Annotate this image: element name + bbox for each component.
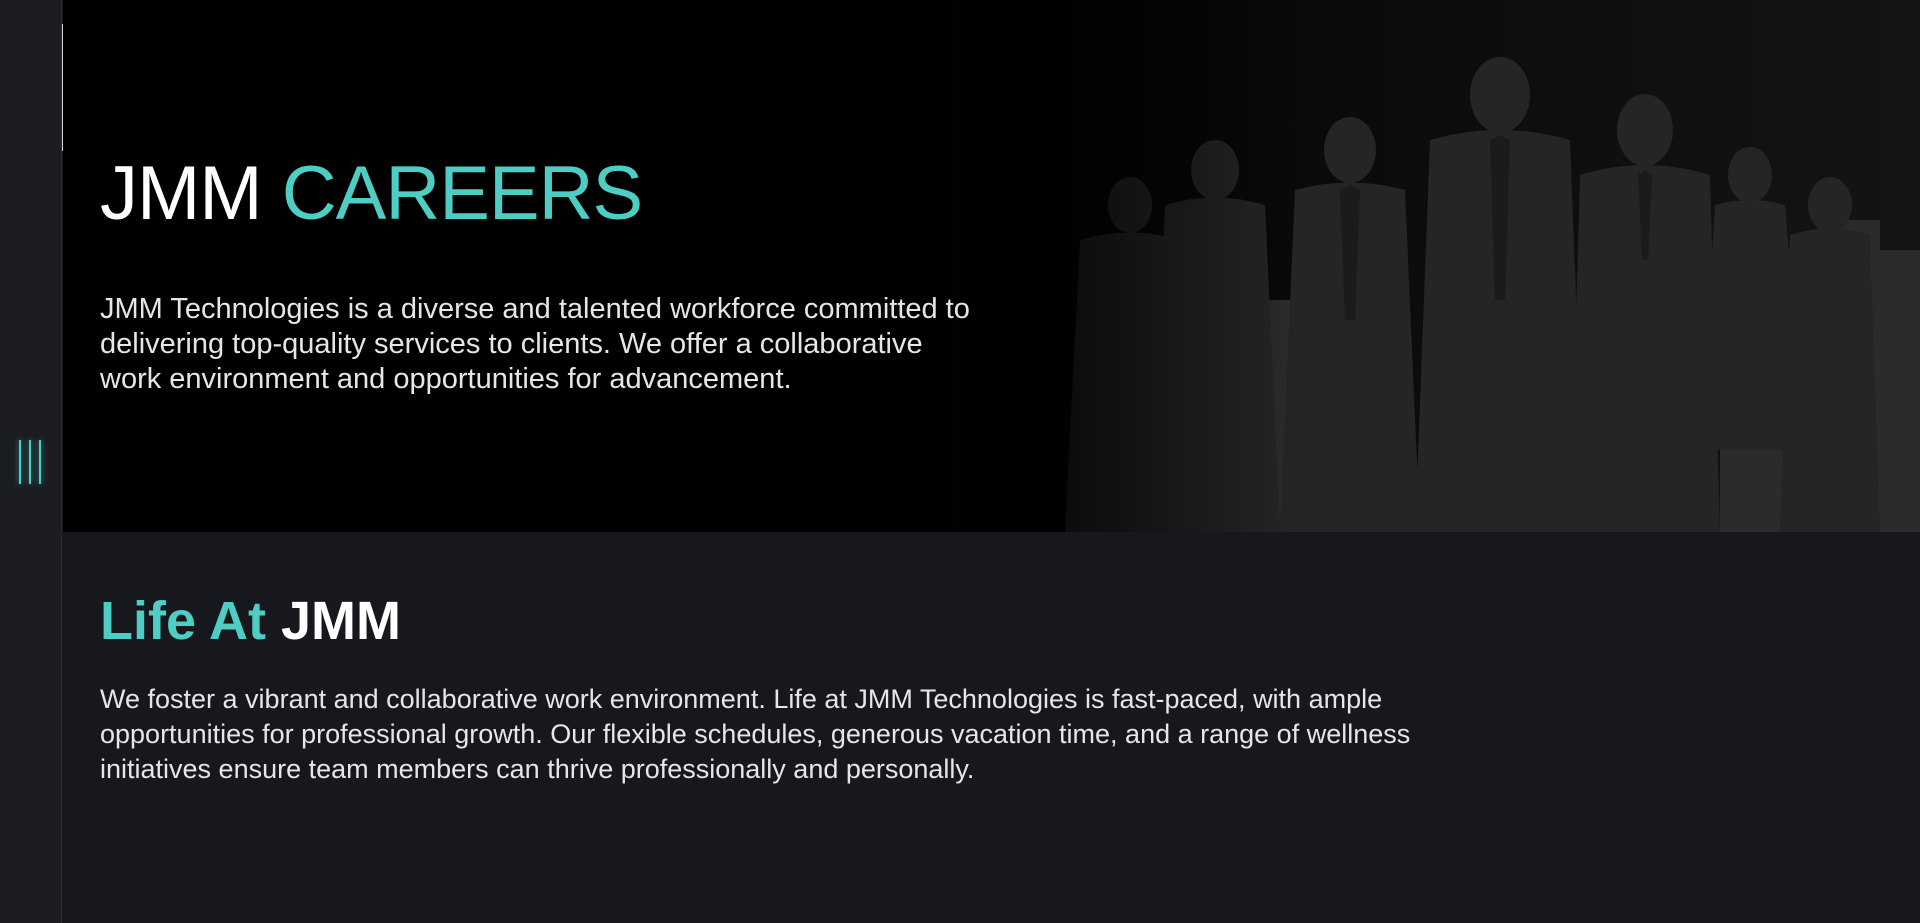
section-title: Life At JMM [100,590,401,652]
life-at-jmm-section: Life At JMM We foster a vibrant and coll… [63,532,1920,923]
page-title: JMM CAREERS [100,150,643,237]
section-title-accent: Life At [100,591,266,651]
sidebar [0,0,62,923]
section-title-main: JMM [281,591,401,651]
menu-bar [19,440,21,484]
hero-description: JMM Technologies is a diverse and talent… [100,293,970,395]
menu-bar [29,440,31,484]
menu-bars-icon[interactable] [14,440,46,484]
page-title-main: JMM [100,151,263,236]
page-title-accent: CAREERS [281,151,643,236]
section-description: We foster a vibrant and collaborative wo… [100,684,1411,784]
business-people-silhouette-image [960,0,1920,532]
menu-bar [39,440,41,484]
hero-section: JMM CAREERS JMM Technologies is a divers… [63,0,1920,532]
